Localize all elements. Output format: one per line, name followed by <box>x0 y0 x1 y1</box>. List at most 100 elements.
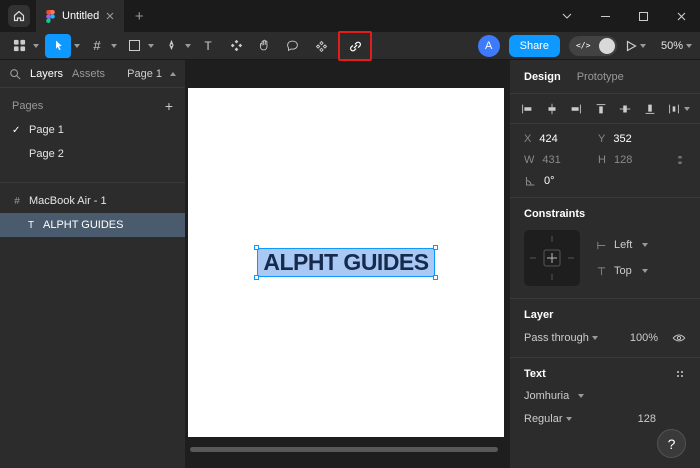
align-left-icon[interactable] <box>520 102 534 116</box>
main-area: Layers Assets Page 1 Pages + ✓ Page 1 Pa… <box>0 60 700 468</box>
zoom-menu[interactable]: 50% <box>661 40 692 52</box>
frame-tool-button[interactable]: # <box>86 34 117 58</box>
page-row-2[interactable]: Page 2 <box>0 142 185 166</box>
shape-tool-button[interactable] <box>123 34 154 58</box>
y-field[interactable]: Y 352 <box>598 133 670 145</box>
chevron-down-icon <box>33 44 39 48</box>
share-button[interactable]: Share <box>509 35 560 57</box>
canvas[interactable]: ALPHT GUIDES <box>185 60 510 468</box>
search-icon[interactable] <box>9 68 21 80</box>
maximize-button[interactable] <box>624 0 662 32</box>
file-tab[interactable]: Untitled <box>36 0 124 32</box>
chevron-down-icon <box>642 269 648 273</box>
chevron-down-icon <box>640 44 646 48</box>
layer-name: MacBook Air - 1 <box>29 195 107 207</box>
main-menu-button[interactable] <box>8 34 39 58</box>
toolbar: # T <box>0 32 700 60</box>
vertical-constraint-select[interactable]: Top <box>596 265 648 277</box>
tab-assets[interactable]: Assets <box>72 68 105 80</box>
frame-layer-icon: # <box>12 196 22 207</box>
dev-mode-icon: </> <box>576 41 590 50</box>
selection-actions <box>310 32 372 60</box>
pen-tool-icon <box>160 34 182 58</box>
text-tool-button[interactable]: T <box>197 34 219 58</box>
rotation-field[interactable]: 0° <box>524 175 598 187</box>
left-sidebar: Layers Assets Page 1 Pages + ✓ Page 1 Pa… <box>0 60 185 468</box>
tab-design[interactable]: Design <box>524 71 561 83</box>
font-size-field[interactable]: 128 <box>638 413 656 425</box>
resize-handle[interactable] <box>254 245 259 250</box>
page-selector[interactable]: Page 1 <box>127 68 176 80</box>
home-button[interactable] <box>8 5 30 27</box>
x-value: 424 <box>539 133 557 145</box>
dev-mode-toggle[interactable]: </> <box>569 36 617 56</box>
artboard-macbook-air-1[interactable]: ALPHT GUIDES <box>188 88 504 437</box>
horizontal-constraint-icon <box>596 240 607 251</box>
present-button[interactable] <box>626 40 646 52</box>
text-header: Text <box>524 368 546 380</box>
comment-icon <box>281 34 303 58</box>
help-button[interactable]: ? <box>657 429 686 458</box>
constrain-proportions-toggle[interactable] <box>670 154 686 166</box>
layer-row-frame[interactable]: # MacBook Air - 1 <box>0 189 185 213</box>
width-field[interactable]: W 431 <box>524 154 598 166</box>
add-page-button[interactable]: + <box>165 98 173 114</box>
align-right-icon[interactable] <box>569 102 583 116</box>
minimize-button[interactable] <box>586 0 624 32</box>
chevron-down-icon <box>642 243 648 247</box>
checkmark-icon: ✓ <box>12 125 29 136</box>
tab-title: Untitled <box>62 10 99 22</box>
text-tool-icon: T <box>197 34 219 58</box>
titlebar: Untitled + <box>0 0 700 32</box>
avatar[interactable]: A <box>478 35 500 57</box>
layer-name: ALPHT GUIDES <box>43 219 124 231</box>
x-field[interactable]: X 424 <box>524 133 598 145</box>
new-tab-button[interactable]: + <box>124 0 154 32</box>
x-label: X <box>524 133 531 145</box>
resize-handle[interactable] <box>254 275 259 280</box>
vertical-constraint-value: Top <box>614 265 632 277</box>
resize-handle[interactable] <box>433 245 438 250</box>
horizontal-constraint-select[interactable]: Left <box>596 239 648 251</box>
tab-prototype[interactable]: Prototype <box>577 71 624 83</box>
font-family-select[interactable]: Jomhuria <box>524 390 686 402</box>
align-top-icon[interactable] <box>594 102 608 116</box>
window-menu-chevron[interactable] <box>548 0 586 32</box>
distribute-menu-icon[interactable] <box>667 102 690 116</box>
constraints-widget[interactable] <box>524 230 580 286</box>
layer-row-text[interactable]: T ALPHT GUIDES <box>0 213 185 237</box>
align-bottom-icon[interactable] <box>643 102 657 116</box>
create-link-button[interactable] <box>344 34 366 58</box>
layers-list: # MacBook Air - 1 T ALPHT GUIDES <box>0 182 185 237</box>
h-label: H <box>598 154 606 166</box>
create-component-button[interactable] <box>310 34 332 58</box>
chevron-down-icon <box>111 44 117 48</box>
selected-text-node[interactable]: ALPHT GUIDES <box>257 248 434 277</box>
visibility-eye-icon[interactable] <box>672 331 686 345</box>
resize-handle[interactable] <box>433 275 438 280</box>
position-section: X 424 Y 352 W 431 H 128 <box>510 124 700 197</box>
resources-tool-button[interactable] <box>225 34 247 58</box>
tab-layers[interactable]: Layers <box>30 68 63 80</box>
align-vertical-center-icon[interactable] <box>618 102 632 116</box>
chevron-down-icon <box>566 417 572 421</box>
hand-tool-button[interactable] <box>253 34 275 58</box>
align-horizontal-center-icon[interactable] <box>545 102 559 116</box>
figma-app: Untitled + <box>0 0 700 468</box>
height-field[interactable]: H 128 <box>598 154 670 166</box>
page-row-1[interactable]: ✓ Page 1 <box>0 118 185 142</box>
horizontal-constraint-value: Left <box>614 239 632 251</box>
font-style-select[interactable]: Regular <box>524 413 563 425</box>
right-panel-tabs: Design Prototype <box>510 60 700 94</box>
close-button[interactable] <box>662 0 700 32</box>
blend-mode-select[interactable]: Pass through <box>524 332 589 344</box>
play-icon <box>626 40 637 52</box>
comment-tool-button[interactable] <box>281 34 303 58</box>
tab-close-icon[interactable] <box>106 12 114 20</box>
type-settings-icon[interactable] <box>674 368 686 380</box>
vertical-constraint-icon <box>596 266 607 277</box>
move-tool-button[interactable] <box>45 34 80 58</box>
opacity-field[interactable]: 100% <box>630 332 658 344</box>
pen-tool-button[interactable] <box>160 34 191 58</box>
horizontal-scrollbar[interactable] <box>190 447 498 452</box>
